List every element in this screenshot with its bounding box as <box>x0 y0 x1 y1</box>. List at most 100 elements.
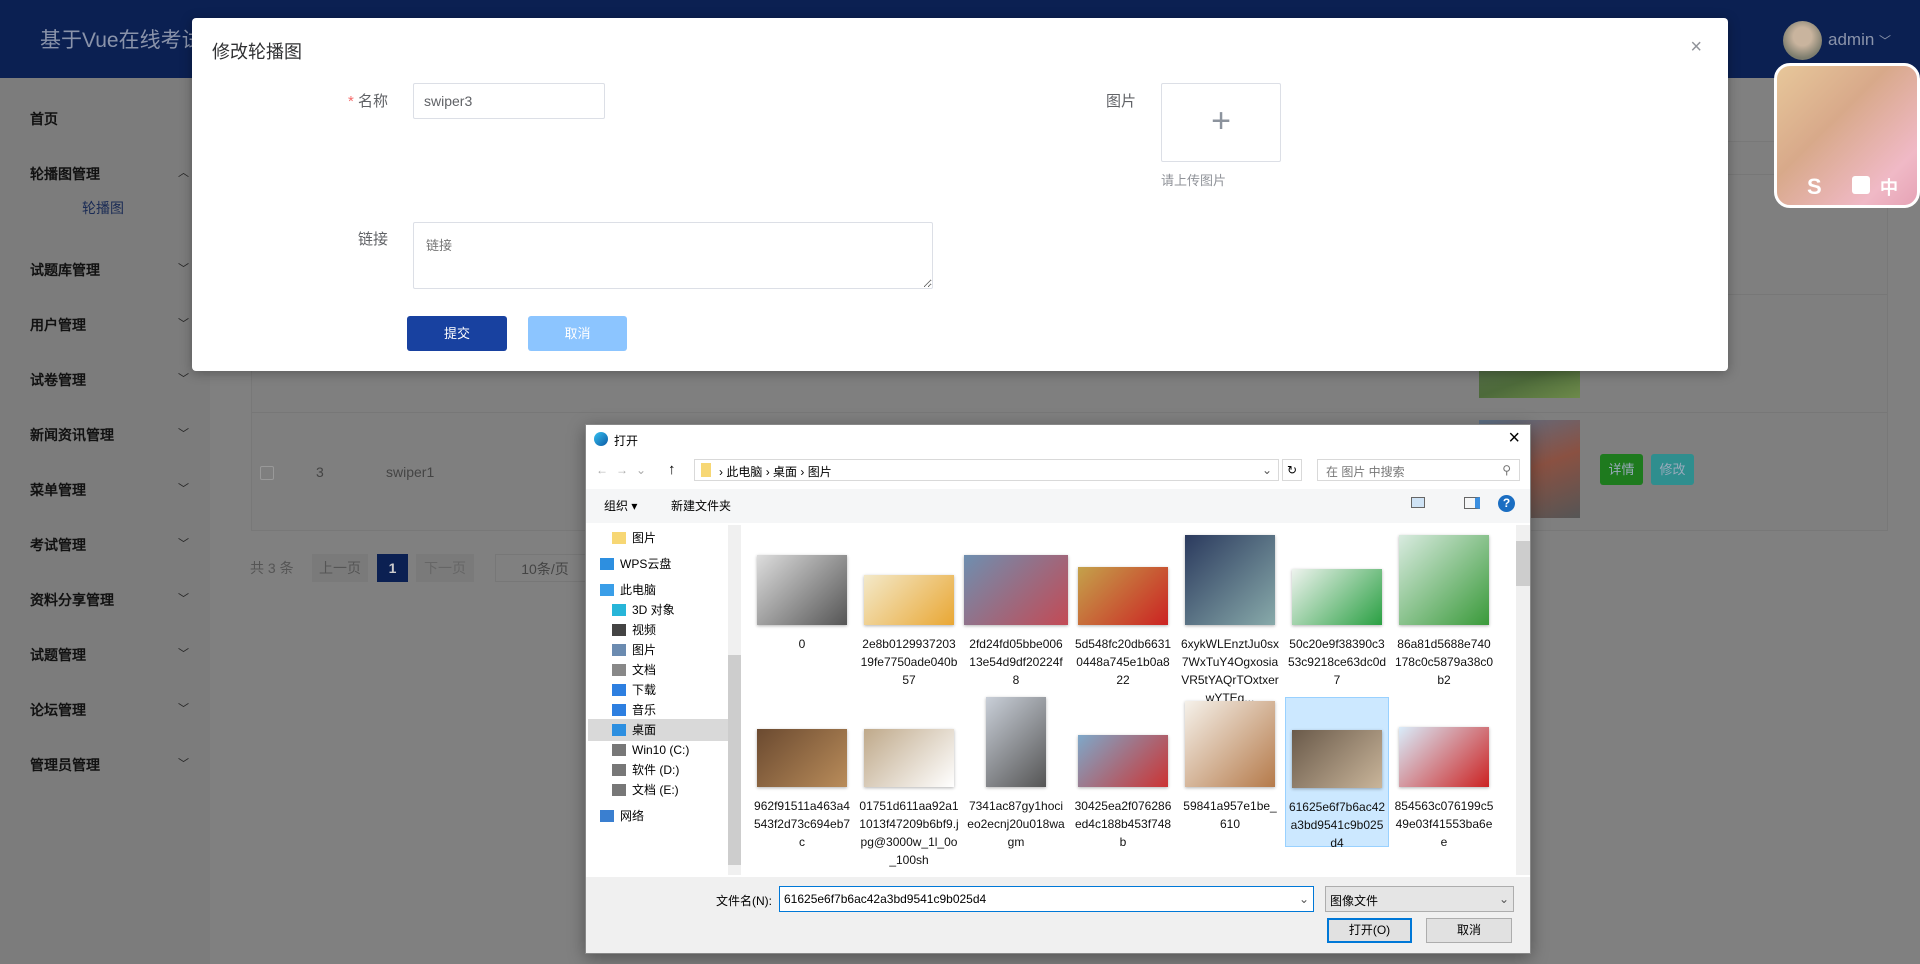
nav-item-icon <box>612 532 626 544</box>
file-item[interactable]: 2e8b012993720319fe7750ade040b57 <box>857 525 961 685</box>
sidebar-item[interactable]: 首页 <box>30 109 58 129</box>
submit-button[interactable]: 提交 <box>407 316 507 351</box>
close-icon[interactable]: × <box>1508 427 1520 450</box>
row-checkbox[interactable] <box>260 466 274 480</box>
pagination-total: 共 3 条 <box>250 554 294 582</box>
nav-item[interactable]: 音乐 <box>588 699 738 721</box>
sidebar-item[interactable]: 考试管理 <box>30 535 86 555</box>
search-input[interactable]: 在 图片 中搜索⚲ <box>1317 459 1520 481</box>
nav-item[interactable]: Win10 (C:) <box>588 739 738 761</box>
floating-video-thumbnail[interactable]: S 中 <box>1774 63 1920 208</box>
user-avatar[interactable] <box>1783 21 1822 60</box>
breadcrumb: › 此电脑 › 桌面 › 图片 <box>719 463 832 480</box>
chevron-down-icon[interactable]: ⌄ <box>1262 463 1272 477</box>
file-item[interactable]: 7341ac87gy1hocieo2ecnj20u018wagm <box>964 697 1068 847</box>
file-item[interactable]: 854563c076199c549e03f41553ba6ee <box>1392 697 1496 847</box>
nav-item[interactable]: 软件 (D:) <box>588 759 738 781</box>
file-item[interactable]: 962f91511a463a4543f2d73c694eb7c <box>750 697 854 847</box>
nav-item[interactable]: 下载 <box>588 679 738 701</box>
sidebar-item[interactable]: 试卷管理 <box>30 370 86 390</box>
open-button[interactable]: 打开(O) <box>1327 918 1412 943</box>
nav-item[interactable]: 文档 <box>588 659 738 681</box>
nav-item[interactable]: 视频 <box>588 619 738 641</box>
filename-label: 文件名(N): <box>716 892 772 909</box>
nav-item[interactable]: 3D 对象 <box>588 599 738 621</box>
chevron-down-icon: ﹀ <box>178 480 189 496</box>
file-item[interactable]: 86a81d5688e740178c0c5879a38c0b2 <box>1392 525 1496 685</box>
file-item[interactable]: 0 <box>750 525 854 685</box>
nav-item[interactable]: 桌面 <box>588 719 738 741</box>
nav-item-icon <box>612 624 626 636</box>
dialog-title: 打开 <box>614 432 638 449</box>
file-grid: 02e8b012993720319fe7750ade040b572fd24fd0… <box>746 525 1516 875</box>
organize-menu[interactable]: 组织 ▾ <box>604 497 637 514</box>
file-item[interactable]: 61625e6f7b6ac42a3bd9541c9b025d4 <box>1285 697 1389 847</box>
nav-item-icon <box>612 604 626 616</box>
file-thumbnail <box>1185 701 1275 787</box>
chevron-down-icon: ﹀ <box>178 645 189 661</box>
file-thumbnail <box>864 575 954 625</box>
navigation-pane: 图片WPS云盘此电脑3D 对象视频图片文档下载音乐桌面Win10 (C:)软件 … <box>588 523 743 875</box>
page-1-button[interactable]: 1 <box>377 554 408 582</box>
file-item[interactable]: 59841a957e1be_610 <box>1178 697 1282 847</box>
chevron-down-icon: ﹀ <box>178 535 189 551</box>
file-name: 0 <box>750 635 854 653</box>
badge-zh: 中 <box>1880 174 1898 200</box>
edit-button[interactable]: 修改 <box>1651 454 1694 485</box>
refresh-icon[interactable]: ↻ <box>1282 459 1302 481</box>
file-item[interactable]: 50c20e9f38390c353c9218ce63dc0d7 <box>1285 525 1389 685</box>
file-item[interactable]: 2fd24fd05bbe00613e54d9df20224f8 <box>964 525 1068 685</box>
address-bar[interactable]: › 此电脑 › 桌面 › 图片 ⌄ <box>694 459 1279 481</box>
link-textarea[interactable] <box>413 222 933 289</box>
row-index: 3 <box>316 464 324 480</box>
user-menu[interactable]: admin ﹀ <box>1828 30 1891 50</box>
sidebar-item[interactable]: 论坛管理 <box>30 700 86 720</box>
nav-scrollbar[interactable] <box>728 525 741 875</box>
file-item[interactable]: 6xykWLEnztJu0sx7WxTuY4OgxosiaVR5tYAQrTOx… <box>1178 525 1282 685</box>
sidebar-item[interactable]: 试题库管理 <box>30 260 100 280</box>
nav-item[interactable]: WPS云盘 <box>588 553 738 575</box>
sidebar-item[interactable]: 用户管理 <box>30 315 86 335</box>
file-thumbnail <box>1078 735 1168 787</box>
prev-page-button[interactable]: 上一页 <box>312 554 368 582</box>
nav-item[interactable]: 图片 <box>588 527 738 549</box>
grid-scrollbar[interactable] <box>1516 525 1530 875</box>
sidebar-item[interactable]: 菜单管理 <box>30 480 86 500</box>
nav-item-icon <box>612 744 626 756</box>
nav-item[interactable]: 网络 <box>588 805 738 827</box>
file-name: 30425ea2f076286ed4c188b453f748b <box>1071 797 1175 851</box>
page-size-select[interactable]: 10条/页 <box>495 554 595 582</box>
next-page-button[interactable]: 下一页 <box>416 554 474 582</box>
nav-arrows[interactable]: ←→⌄ <box>596 463 654 477</box>
nav-item[interactable]: 图片 <box>588 639 738 661</box>
edit-swiper-modal: 修改轮播图 × * 名称 swiper3 图片 + 请上传图片 链接 提交 取消 <box>192 18 1728 371</box>
cancel-button[interactable]: 取消 <box>528 316 627 351</box>
file-type-select[interactable]: 图像文件⌄ <box>1325 886 1514 912</box>
nav-item[interactable]: 此电脑 <box>588 579 738 601</box>
sidebar-item[interactable]: 资料分享管理 <box>30 590 114 610</box>
sidebar-subitem-swiper[interactable]: 轮播图 <box>82 198 124 218</box>
file-item[interactable]: 01751d611aa92a11013f47209b6bf9.jpg@3000w… <box>857 697 961 847</box>
new-folder-button[interactable]: 新建文件夹 <box>671 497 731 514</box>
sidebar-item[interactable]: 新闻资讯管理 <box>30 425 114 445</box>
close-icon[interactable]: × <box>1690 36 1702 59</box>
name-label: * 名称 <box>348 90 388 111</box>
nav-item-icon <box>612 784 626 796</box>
up-arrow-icon[interactable]: ↑ <box>668 461 676 478</box>
file-item[interactable]: 30425ea2f076286ed4c188b453f748b <box>1071 697 1175 847</box>
filename-input[interactable]: 61625e6f7b6ac42a3bd9541c9b025d4⌄ <box>779 886 1314 912</box>
help-icon[interactable]: ? <box>1498 495 1515 512</box>
file-item[interactable]: 5d548fc20db66310448a745e1b0a822 <box>1071 525 1175 685</box>
nav-item[interactable]: 文档 (E:) <box>588 779 738 801</box>
sidebar-item[interactable]: 试题管理 <box>30 645 86 665</box>
file-thumbnail <box>864 729 954 787</box>
detail-button[interactable]: 详情 <box>1600 454 1643 485</box>
sidebar-item[interactable]: 轮播图管理 <box>30 164 100 184</box>
name-input[interactable]: swiper3 <box>413 83 605 119</box>
upload-image-button[interactable]: + <box>1161 83 1281 162</box>
shirt-icon <box>1852 176 1870 194</box>
dialog-cancel-button[interactable]: 取消 <box>1426 918 1512 943</box>
sidebar-item[interactable]: 管理员管理 <box>30 755 100 775</box>
view-icon[interactable] <box>1411 497 1425 508</box>
preview-pane-icon[interactable] <box>1464 497 1480 509</box>
